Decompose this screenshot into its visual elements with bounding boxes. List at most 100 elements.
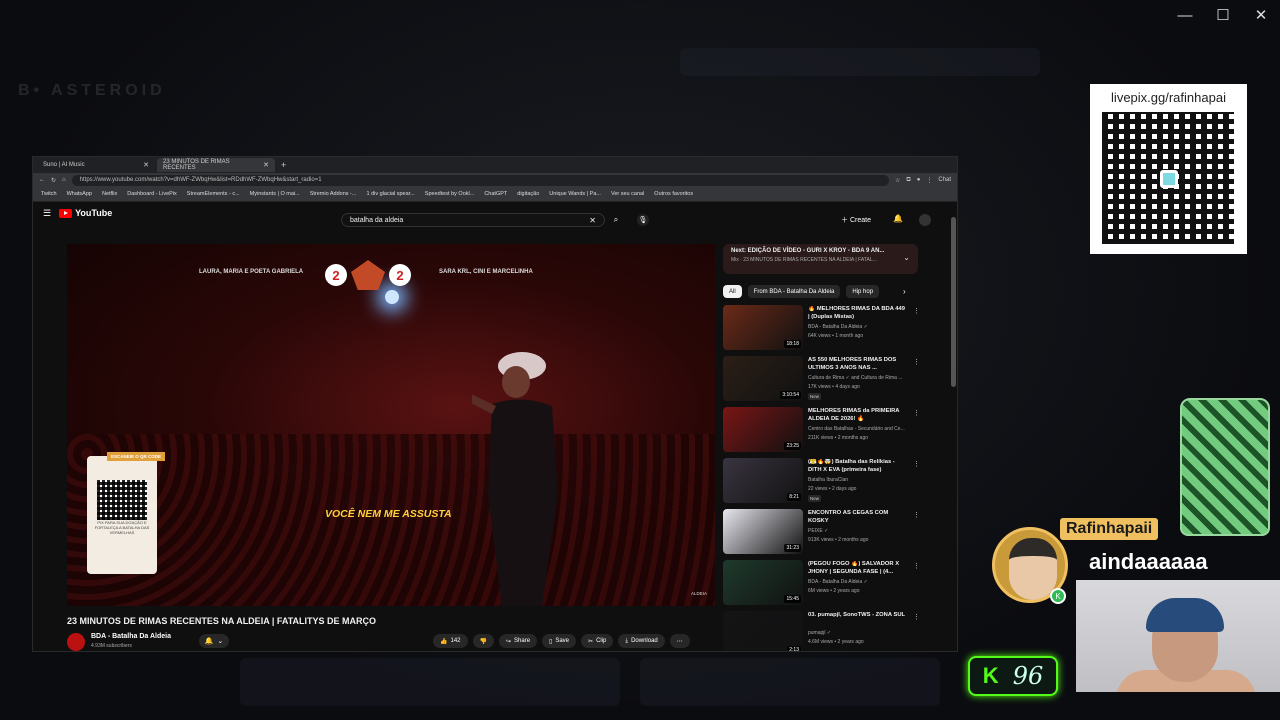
more-actions-button[interactable]: ⋯: [669, 634, 690, 648]
bookmark-streamelements[interactable]: StreamElements - c...: [187, 191, 240, 197]
notifications-icon[interactable]: 🔔: [893, 214, 903, 223]
bookmark-speedtest[interactable]: Speedtest by Ookl...: [425, 191, 475, 197]
channel-avatar[interactable]: [67, 633, 85, 651]
recommendation-title[interactable]: 🔥 MELHORES RIMAS DA BDA 449 | (Duplas Mi…: [808, 306, 908, 322]
bookmark-outros-favoritos[interactable]: Outros favoritos: [654, 191, 693, 197]
recommendation-thumbnail[interactable]: 23:25: [723, 407, 803, 452]
more-vert-icon[interactable]: ⋮: [913, 562, 920, 570]
minimize-button[interactable]: —: [1166, 0, 1204, 30]
bookmark-twitch[interactable]: Twitch: [41, 191, 57, 197]
bookmark-whatsapp[interactable]: WhatsApp: [67, 191, 92, 197]
recommendation-item[interactable]: 8:21 (😤🔥🤯) Batalha das Relíkias - DITH X…: [723, 458, 923, 509]
channel-name[interactable]: BDA - Batalha Da Aldeia: [91, 633, 171, 640]
tab-label: 23 MINUTOS DE RIMAS RECENTES: [163, 159, 230, 171]
star-icon[interactable]: ☆: [895, 177, 900, 184]
reload-icon[interactable]: ↻: [51, 177, 56, 184]
recommendation-item[interactable]: 3:10:54 AS 550 MELHORES RIMAS DOS ULTIMO…: [723, 356, 923, 407]
profile-icon[interactable]: ●: [917, 177, 921, 183]
video-duration: 15:45: [784, 595, 801, 603]
kick-badge-icon: K: [1050, 588, 1066, 604]
more-vert-icon[interactable]: ⋮: [913, 511, 920, 519]
video-player[interactable]: LAURA, MARIA E POETA GABRIELA 2 2 SARA K…: [67, 244, 715, 606]
bookmark-unique-wands[interactable]: Unique Wands | Pa...: [549, 191, 601, 197]
recommendation-title[interactable]: 03. pumapjl, SonoTWS - ZONA SUL: [808, 612, 908, 620]
more-vert-icon[interactable]: ⋮: [913, 613, 920, 621]
bookmark-ver-canal[interactable]: Ver seu canal: [611, 191, 644, 197]
chevron-down-icon[interactable]: ⌄: [903, 253, 910, 262]
youtube-play-icon: [59, 208, 73, 218]
url-field[interactable]: https://www.youtube.com/watch?v=dhWF-ZWb…: [71, 174, 889, 186]
bookmark-myinstants[interactable]: Myinstants | O mai...: [250, 191, 300, 197]
chat-button[interactable]: Chat: [938, 177, 951, 183]
recommendation-title[interactable]: AS 550 MELHORES RIMAS DOS ULTIMOS 3 ANOS…: [808, 357, 908, 373]
qr-tag: ESCANEIE O QR CODE: [107, 452, 166, 461]
recommendation-meta: 17K views • 4 days ago: [808, 384, 860, 390]
create-button[interactable]: ＋ Create: [841, 215, 871, 225]
bookmark-stremio[interactable]: Stremio Addons -...: [310, 191, 357, 197]
recommendation-thumbnail[interactable]: 3:10:54: [723, 356, 803, 401]
recommendation-item[interactable]: 18:18 🔥 MELHORES RIMAS DA BDA 449 | (Dup…: [723, 305, 923, 356]
search-icon[interactable]: ⌕: [605, 213, 627, 227]
recommendation-title[interactable]: MELHORES RIMAS da PRIMEIRA ALDEIA DE 202…: [808, 408, 908, 424]
youtube-logo[interactable]: YouTube: [59, 208, 112, 218]
tab-suno[interactable]: Suno | AI Music ✕: [37, 158, 155, 172]
kick-logo-icon: K: [982, 663, 999, 688]
search-value: batalha da aldeia: [350, 216, 404, 224]
back-icon[interactable]: ←: [39, 177, 45, 183]
bookmark-digitacao[interactable]: digitação: [517, 191, 539, 197]
hamburger-menu-icon[interactable]: ☰: [43, 208, 51, 219]
recommendation-thumbnail[interactable]: 31:23: [723, 509, 803, 554]
new-badge: New: [808, 495, 822, 502]
recommendation-thumbnail[interactable]: 2:13: [723, 611, 803, 651]
clear-search-icon[interactable]: ✕: [589, 216, 596, 225]
recommendation-title[interactable]: (PEGOU FOGO 🔥) SALVADOR X JHONY | SEGUND…: [808, 561, 908, 577]
scrollbar[interactable]: [951, 217, 956, 387]
close-tab-icon[interactable]: ✕: [143, 161, 149, 169]
share-button[interactable]: ↪ Share: [498, 634, 538, 648]
more-vert-icon[interactable]: ⋮: [913, 409, 920, 417]
dislike-button[interactable]: 👎: [472, 634, 494, 648]
more-vert-icon[interactable]: ⋮: [913, 460, 920, 468]
download-button[interactable]: ⤓ Download: [618, 634, 665, 648]
close-button[interactable]: ✕: [1242, 0, 1280, 30]
search-input[interactable]: batalha da aldeia ✕: [341, 213, 605, 227]
microphone-icon[interactable]: 🎙: [637, 214, 649, 226]
recommendation-thumbnail[interactable]: 8:21: [723, 458, 803, 503]
new-tab-button[interactable]: +: [281, 160, 286, 170]
recommendation-item[interactable]: 15:45 (PEGOU FOGO 🔥) SALVADOR X JHONY | …: [723, 560, 923, 611]
recommendation-channel: pumapjl ✓: [808, 630, 832, 636]
tab-youtube[interactable]: 23 MINUTOS DE RIMAS RECENTES ✕: [157, 158, 275, 172]
up-next-panel[interactable]: Next: EDIÇÃO DE VÍDEO - GURI X KROY - BD…: [723, 244, 918, 274]
bookmark-glacial-spear[interactable]: 1 div glacial spear...: [366, 191, 414, 197]
subscription-bell-button[interactable]: 🔔 ⌄: [199, 634, 229, 648]
chip-all[interactable]: All: [723, 285, 742, 298]
more-vert-icon[interactable]: ⋮: [913, 358, 920, 366]
recommendation-thumbnail[interactable]: 18:18: [723, 305, 803, 350]
stage-light: [385, 290, 399, 304]
recommendation-item[interactable]: 23:25 MELHORES RIMAS da PRIMEIRA ALDEIA …: [723, 407, 923, 458]
video-duration: 31:23: [784, 544, 801, 552]
bookmark-chatgpt[interactable]: ChatGPT: [484, 191, 507, 197]
recommendation-item[interactable]: 31:23 ENCONTRO ÀS CEGAS COM KOSKY PEIXE …: [723, 509, 923, 560]
account-avatar[interactable]: [919, 214, 931, 226]
save-button[interactable]: ▯ Save: [542, 634, 577, 648]
menu-icon[interactable]: ⋮: [926, 177, 932, 184]
more-vert-icon[interactable]: ⋮: [913, 307, 920, 315]
recommendation-title[interactable]: ENCONTRO ÀS CEGAS COM KOSKY: [808, 510, 908, 526]
recommendation-thumbnail[interactable]: 15:45: [723, 560, 803, 605]
chip-hip-hop[interactable]: Hip hop: [846, 285, 880, 298]
bookmark-netflix[interactable]: Netflix: [102, 191, 117, 197]
bookmark-livepix[interactable]: Dashboard - LivePix: [127, 191, 177, 197]
clip-button[interactable]: ✂ Clip: [581, 634, 614, 648]
close-tab-icon[interactable]: ✕: [263, 161, 269, 169]
recommendation-title[interactable]: (😤🔥🤯) Batalha das Relíkias - DITH X EVA …: [808, 459, 908, 475]
left-team-names: LAURA, MARIA E POETA GABRIELA: [199, 269, 304, 275]
like-button[interactable]: 👍 142: [433, 634, 468, 648]
maximize-button[interactable]: ☐: [1204, 0, 1242, 30]
extensions-icon[interactable]: ⧉: [906, 177, 910, 184]
home-icon[interactable]: ⌂: [62, 177, 66, 183]
chip-from-bda[interactable]: From BDA - Batalha Da Aldeia: [747, 285, 841, 298]
recommendation-item[interactable]: 2:13 03. pumapjl, SonoTWS - ZONA SUL pum…: [723, 611, 923, 651]
channel-subscribers: 4.93M subscribers: [91, 643, 132, 649]
chevron-right-icon[interactable]: ›: [903, 287, 906, 296]
